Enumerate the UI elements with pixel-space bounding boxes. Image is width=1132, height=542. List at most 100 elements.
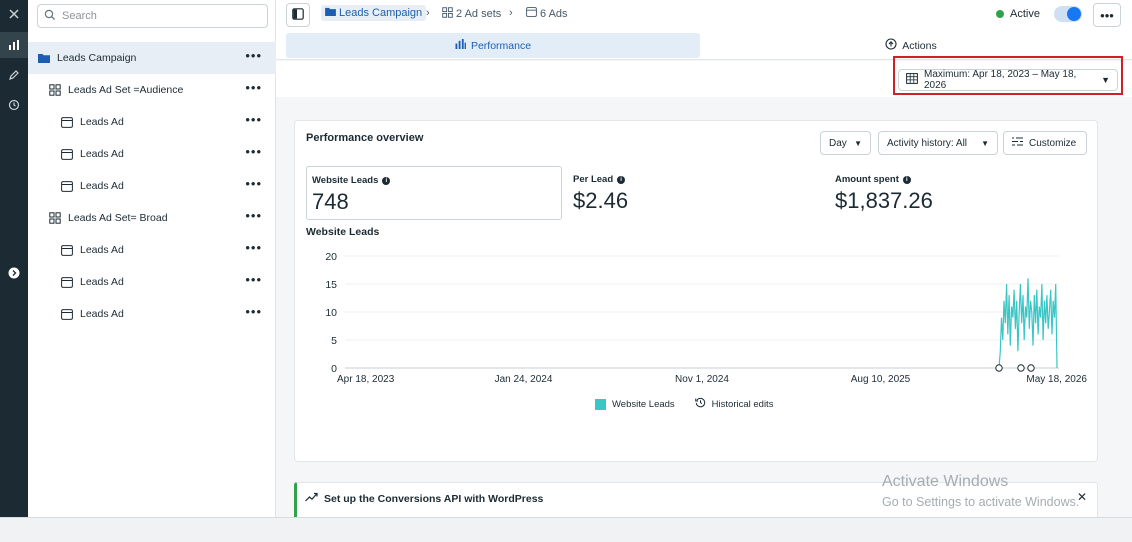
more-options-icon[interactable]: ••• <box>245 177 262 190</box>
tree-item-label: Leads Ad <box>80 244 124 256</box>
tree-item-adset-broad[interactable]: Leads Ad Set= Broad ••• <box>28 202 276 234</box>
breadcrumb-adsets-label: 2 Ad sets <box>456 8 502 20</box>
breadcrumb-adsets[interactable]: 2 Ad sets <box>442 7 501 21</box>
ad-icon <box>60 179 74 193</box>
tree-item-label: Leads Ad <box>80 148 124 160</box>
more-options-icon[interactable]: ••• <box>245 209 262 222</box>
nav-rail <box>0 0 28 542</box>
tree-item-ad[interactable]: Leads Ad ••• <box>28 234 276 266</box>
active-toggle[interactable] <box>1054 6 1082 22</box>
more-options-icon[interactable]: ••• <box>245 113 262 126</box>
tree-item-ad[interactable]: Leads Ad ••• <box>28 106 276 138</box>
metric-value: 748 <box>312 189 349 214</box>
y-tick-label: 10 <box>325 307 337 319</box>
chevron-right-icon: › <box>426 7 430 19</box>
tree-item-ad[interactable]: Leads Ad ••• <box>28 298 276 330</box>
tree-item-label: Leads Ad <box>80 180 124 192</box>
historical-edit-marker <box>1017 364 1025 372</box>
folder-icon <box>37 51 51 65</box>
legend-historical-edits[interactable]: Historical edits <box>694 397 773 411</box>
y-tick-label: 5 <box>331 335 337 347</box>
tab-performance[interactable]: Performance <box>286 33 700 58</box>
metric-value: $1,837.26 <box>835 188 933 213</box>
ad-icon <box>60 115 74 129</box>
adset-grid-icon <box>442 7 453 21</box>
metric-website-leads[interactable]: Website Leads i 748 <box>306 166 562 220</box>
metric-amount-spent[interactable]: Amount spent i $1,837.26 <box>830 166 1080 220</box>
adset-grid-icon <box>48 83 62 97</box>
adset-grid-icon <box>48 211 62 225</box>
pencil-icon[interactable] <box>0 62 28 88</box>
legend-website-leads[interactable]: Website Leads <box>595 398 675 410</box>
tab-actions-label: Actions <box>902 39 937 52</box>
actions-icon <box>885 38 897 53</box>
y-tick-label: 20 <box>325 251 337 263</box>
history-icon <box>694 397 706 411</box>
tree-item-label: Leads Ad Set =Audience <box>68 84 184 96</box>
metric-per-lead[interactable]: Per Lead i $2.46 <box>568 166 818 220</box>
x-tick-label: May 18, 2026 <box>1026 374 1087 385</box>
more-options-icon[interactable]: ••• <box>245 49 262 62</box>
tree-item-adset-audience[interactable]: Leads Ad Set =Audience ••• <box>28 74 276 106</box>
tree-item-ad[interactable]: Leads Ad ••• <box>28 138 276 170</box>
more-button[interactable]: ••• <box>1093 3 1121 27</box>
status-label: Active <box>1010 8 1040 20</box>
day-dropdown[interactable]: Day ▼ <box>820 131 871 155</box>
metric-label-wrap: Amount spent i <box>835 174 911 185</box>
banner-title-wrap: Set up the Conversions API with WordPres… <box>305 492 543 505</box>
more-options-icon[interactable]: ••• <box>245 305 262 318</box>
activity-history-label: Activity history: All <box>887 137 968 149</box>
metric-label: Per Lead <box>573 174 614 185</box>
breadcrumb-campaign[interactable]: Leads Campaign <box>321 5 427 21</box>
chart-icon <box>455 39 466 52</box>
tree-item-ad[interactable]: Leads Ad ••• <box>28 266 276 298</box>
clock-icon[interactable] <box>0 92 28 118</box>
status-dot <box>996 10 1004 18</box>
legend-swatch <box>595 398 606 410</box>
info-icon: i <box>382 176 391 185</box>
info-icon: i <box>902 175 911 184</box>
ad-icon <box>60 275 74 289</box>
breadcrumb-ads-label: 6 Ads <box>540 7 568 20</box>
x-tick-label: Jan 24, 2024 <box>495 374 553 385</box>
expand-icon[interactable] <box>0 260 28 286</box>
x-tick-label: Aug 10, 2025 <box>851 374 911 385</box>
ad-icon <box>60 243 74 257</box>
customize-icon <box>1012 137 1023 149</box>
tree-item-ad[interactable]: Leads Ad ••• <box>28 170 276 202</box>
chart-icon[interactable] <box>0 32 28 58</box>
card-title: Performance overview <box>306 132 424 144</box>
metric-label: Website Leads <box>312 175 379 186</box>
search-input[interactable] <box>62 10 252 22</box>
highlight-box <box>893 56 1123 95</box>
customize-label: Customize <box>1029 137 1077 149</box>
caret-down-icon: ▼ <box>981 138 989 148</box>
x-tick-label: Apr 18, 2023 <box>337 374 395 385</box>
historical-edit-marker <box>995 364 1003 372</box>
more-options-icon[interactable]: ••• <box>245 81 262 94</box>
tree-item-label: Leads Ad <box>80 116 124 128</box>
more-options-icon[interactable]: ••• <box>245 273 262 286</box>
breadcrumb-campaign-label: Leads Campaign <box>339 7 423 19</box>
tree-item-label: Leads Ad <box>80 276 124 288</box>
metric-value: $2.46 <box>573 188 629 213</box>
legend-label: Website Leads <box>612 398 675 410</box>
customize-button[interactable]: Customize <box>1003 131 1087 155</box>
y-tick-label: 15 <box>325 279 337 291</box>
tree-item-campaign[interactable]: Leads Campaign ••• <box>28 42 276 74</box>
ad-icon <box>60 307 74 321</box>
windows-activation-watermark: Activate Windows Go to Settings to activ… <box>882 473 1079 509</box>
more-options-icon[interactable]: ••• <box>245 241 262 254</box>
chevron-right-icon: › <box>509 7 513 19</box>
x-tick-label: Nov 1, 2024 <box>675 374 729 385</box>
day-dropdown-label: Day <box>829 137 847 149</box>
more-options-icon[interactable]: ••• <box>245 145 262 158</box>
banner-title: Set up the Conversions API with WordPres… <box>324 492 544 505</box>
close-icon[interactable] <box>0 1 28 27</box>
tab-actions[interactable]: Actions <box>876 33 946 58</box>
toggle-sidebar-button[interactable] <box>286 3 310 27</box>
top-bar: Leads Campaign › 2 Ad sets › 6 Ads Activ… <box>276 0 1132 30</box>
activity-history-dropdown[interactable]: Activity history: All ▼ <box>878 131 998 155</box>
search-box[interactable] <box>37 4 268 28</box>
breadcrumb-ads[interactable]: 6 Ads <box>526 7 568 20</box>
